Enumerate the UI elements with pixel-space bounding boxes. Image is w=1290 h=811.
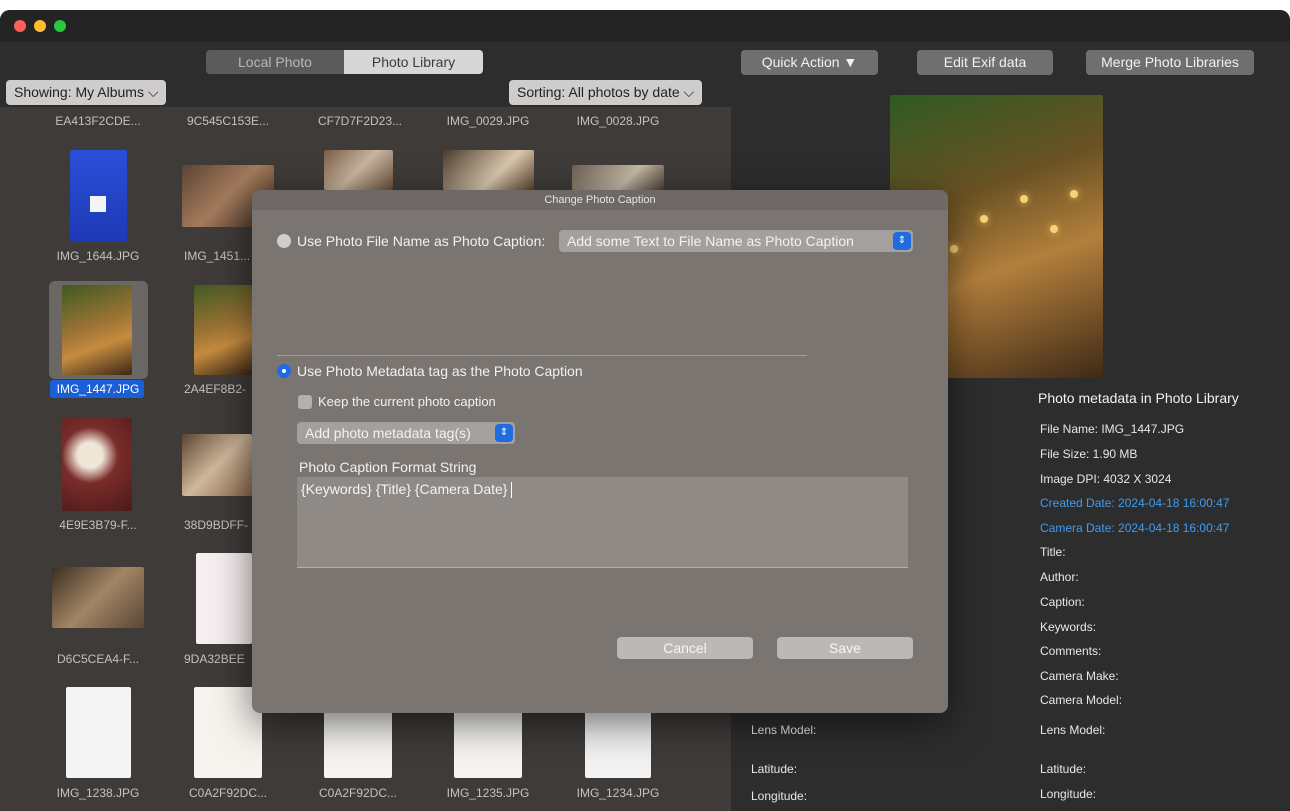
photo-thumbnail[interactable] — [70, 150, 127, 242]
radio-metadata-caption[interactable] — [277, 364, 291, 378]
photo-name: IMG_0028.JPG — [576, 114, 660, 128]
showing-dropdown[interactable]: Showing: My Albums ⌵ — [6, 80, 167, 105]
divider — [277, 355, 807, 356]
change-caption-dialog: Change Photo Caption Use Photo File Name… — [252, 190, 948, 713]
tab-local-photo[interactable]: Local Photo — [206, 50, 344, 74]
add-metadata-tag-dropdown[interactable]: Add photo metadata tag(s) ⇕ — [297, 422, 515, 444]
tab-photo-library[interactable]: Photo Library — [344, 50, 483, 74]
photo-name: IMG_0029.JPG — [446, 114, 530, 128]
photo-name-selected: IMG_1447.JPG — [56, 382, 140, 396]
lamp-light — [1070, 190, 1078, 198]
save-button[interactable]: Save — [777, 637, 913, 659]
keep-caption-label[interactable]: Keep the current photo caption — [318, 394, 496, 409]
quick-action-button[interactable]: Quick Action ▼ — [741, 50, 878, 75]
lamp-light — [1020, 195, 1028, 203]
photo-thumbnail[interactable] — [62, 285, 132, 375]
meta-camera-make: Camera Make: — [1040, 669, 1119, 683]
meta-comments: Comments: — [1040, 644, 1102, 658]
meta-caption: Caption: — [1040, 595, 1085, 609]
app-window: Local Photo Photo Library Quick Action ▼… — [0, 10, 1290, 811]
photo-name: C0A2F92DC... — [188, 786, 268, 800]
photo-thumbnail[interactable] — [324, 150, 393, 190]
merge-libraries-button[interactable]: Merge Photo Libraries — [1086, 50, 1254, 75]
photo-thumbnail[interactable] — [585, 710, 651, 778]
meta-created-date[interactable]: Created Date: 2024-04-18 16:00:47 — [1040, 496, 1229, 510]
format-string-label: Photo Caption Format String — [299, 459, 477, 475]
local-latitude: Latitude: — [751, 762, 798, 776]
option-metadata-label[interactable]: Use Photo Metadata tag as the Photo Capt… — [297, 363, 583, 379]
title-bar — [0, 10, 1290, 42]
photo-name: C0A2F92DC... — [318, 786, 398, 800]
option-file-name-label[interactable]: Use Photo File Name as Photo Caption: — [297, 233, 545, 249]
meta-author: Author: — [1040, 570, 1079, 584]
dialog-title: Change Photo Caption — [252, 190, 948, 210]
photo-thumbnail[interactable] — [196, 553, 252, 644]
photo-name: IMG_1234.JPG — [576, 786, 660, 800]
meta-lens-model: Lens Model: — [1040, 723, 1106, 737]
sorting-dropdown[interactable]: Sorting: All photos by date ⌵ — [509, 80, 703, 105]
add-metadata-tag-value: Add photo metadata tag(s) — [305, 425, 471, 441]
meta-longitude: Longitude: — [1040, 787, 1097, 801]
close-window-button[interactable] — [14, 20, 26, 32]
local-longitude: Longitude: — [751, 789, 808, 803]
dropdown-stepper-icon: ⇕ — [893, 232, 911, 250]
meta-camera-model: Camera Model: — [1040, 693, 1123, 707]
file-name-caption-dropdown-value: Add some Text to File Name as Photo Capt… — [567, 233, 854, 249]
photo-name: IMG_1235.JPG — [446, 786, 530, 800]
local-lens-model: Lens Model: — [751, 723, 817, 737]
photo-name: 9C545C153E... — [186, 114, 270, 128]
photo-thumbnail[interactable] — [454, 710, 522, 778]
format-string-field[interactable]: {Keywords} {Title} {Camera Date} — [297, 477, 908, 568]
lamp-light — [1050, 225, 1058, 233]
photo-name: IMG_1238.JPG — [56, 786, 140, 800]
meta-file-name: File Name: IMG_1447.JPG — [1040, 422, 1185, 436]
metadata-heading: Photo metadata in Photo Library — [1038, 390, 1239, 406]
photo-name: 4E9E3B79-F... — [59, 518, 137, 532]
zoom-window-button[interactable] — [54, 20, 66, 32]
qr-code-icon — [90, 196, 106, 212]
photo-thumbnail[interactable] — [182, 434, 252, 496]
meta-latitude: Latitude: — [1040, 762, 1087, 776]
photo-name: D6C5CEA4-F... — [56, 652, 140, 666]
photo-thumbnail[interactable] — [66, 687, 131, 778]
meta-title: Title: — [1040, 545, 1066, 559]
photo-thumbnail[interactable] — [52, 567, 144, 628]
minimize-window-button[interactable] — [34, 20, 46, 32]
keep-caption-checkbox[interactable] — [298, 395, 312, 409]
lamp-light — [950, 245, 958, 253]
lamp-light — [980, 215, 988, 223]
edit-exif-button[interactable]: Edit Exif data — [917, 50, 1053, 75]
photo-name: CF7D7F2D23... — [317, 114, 403, 128]
cancel-button[interactable]: Cancel — [617, 637, 753, 659]
photo-name: EA413F2CDE... — [55, 114, 141, 128]
meta-camera-date[interactable]: Camera Date: 2024-04-18 16:00:47 — [1040, 521, 1229, 535]
file-name-caption-dropdown[interactable]: Add some Text to File Name as Photo Capt… — [559, 230, 913, 252]
radio-file-name-caption[interactable] — [277, 234, 291, 248]
photo-thumbnail[interactable] — [62, 418, 132, 511]
meta-image-dpi: Image DPI: 4032 X 3024 — [1040, 472, 1172, 486]
meta-keywords: Keywords: — [1040, 620, 1097, 634]
meta-file-size: File Size: 1.90 MB — [1040, 447, 1138, 461]
photo-thumbnail[interactable] — [324, 710, 392, 778]
photo-name: IMG_1644.JPG — [56, 249, 140, 263]
format-string-value: {Keywords} {Title} {Camera Date} — [301, 481, 508, 497]
text-caret — [510, 482, 512, 499]
photo-thumbnail[interactable] — [194, 285, 252, 375]
photo-thumbnail[interactable] — [443, 150, 534, 190]
photo-thumbnail[interactable] — [572, 165, 664, 190]
dropdown-stepper-icon: ⇕ — [495, 424, 513, 442]
